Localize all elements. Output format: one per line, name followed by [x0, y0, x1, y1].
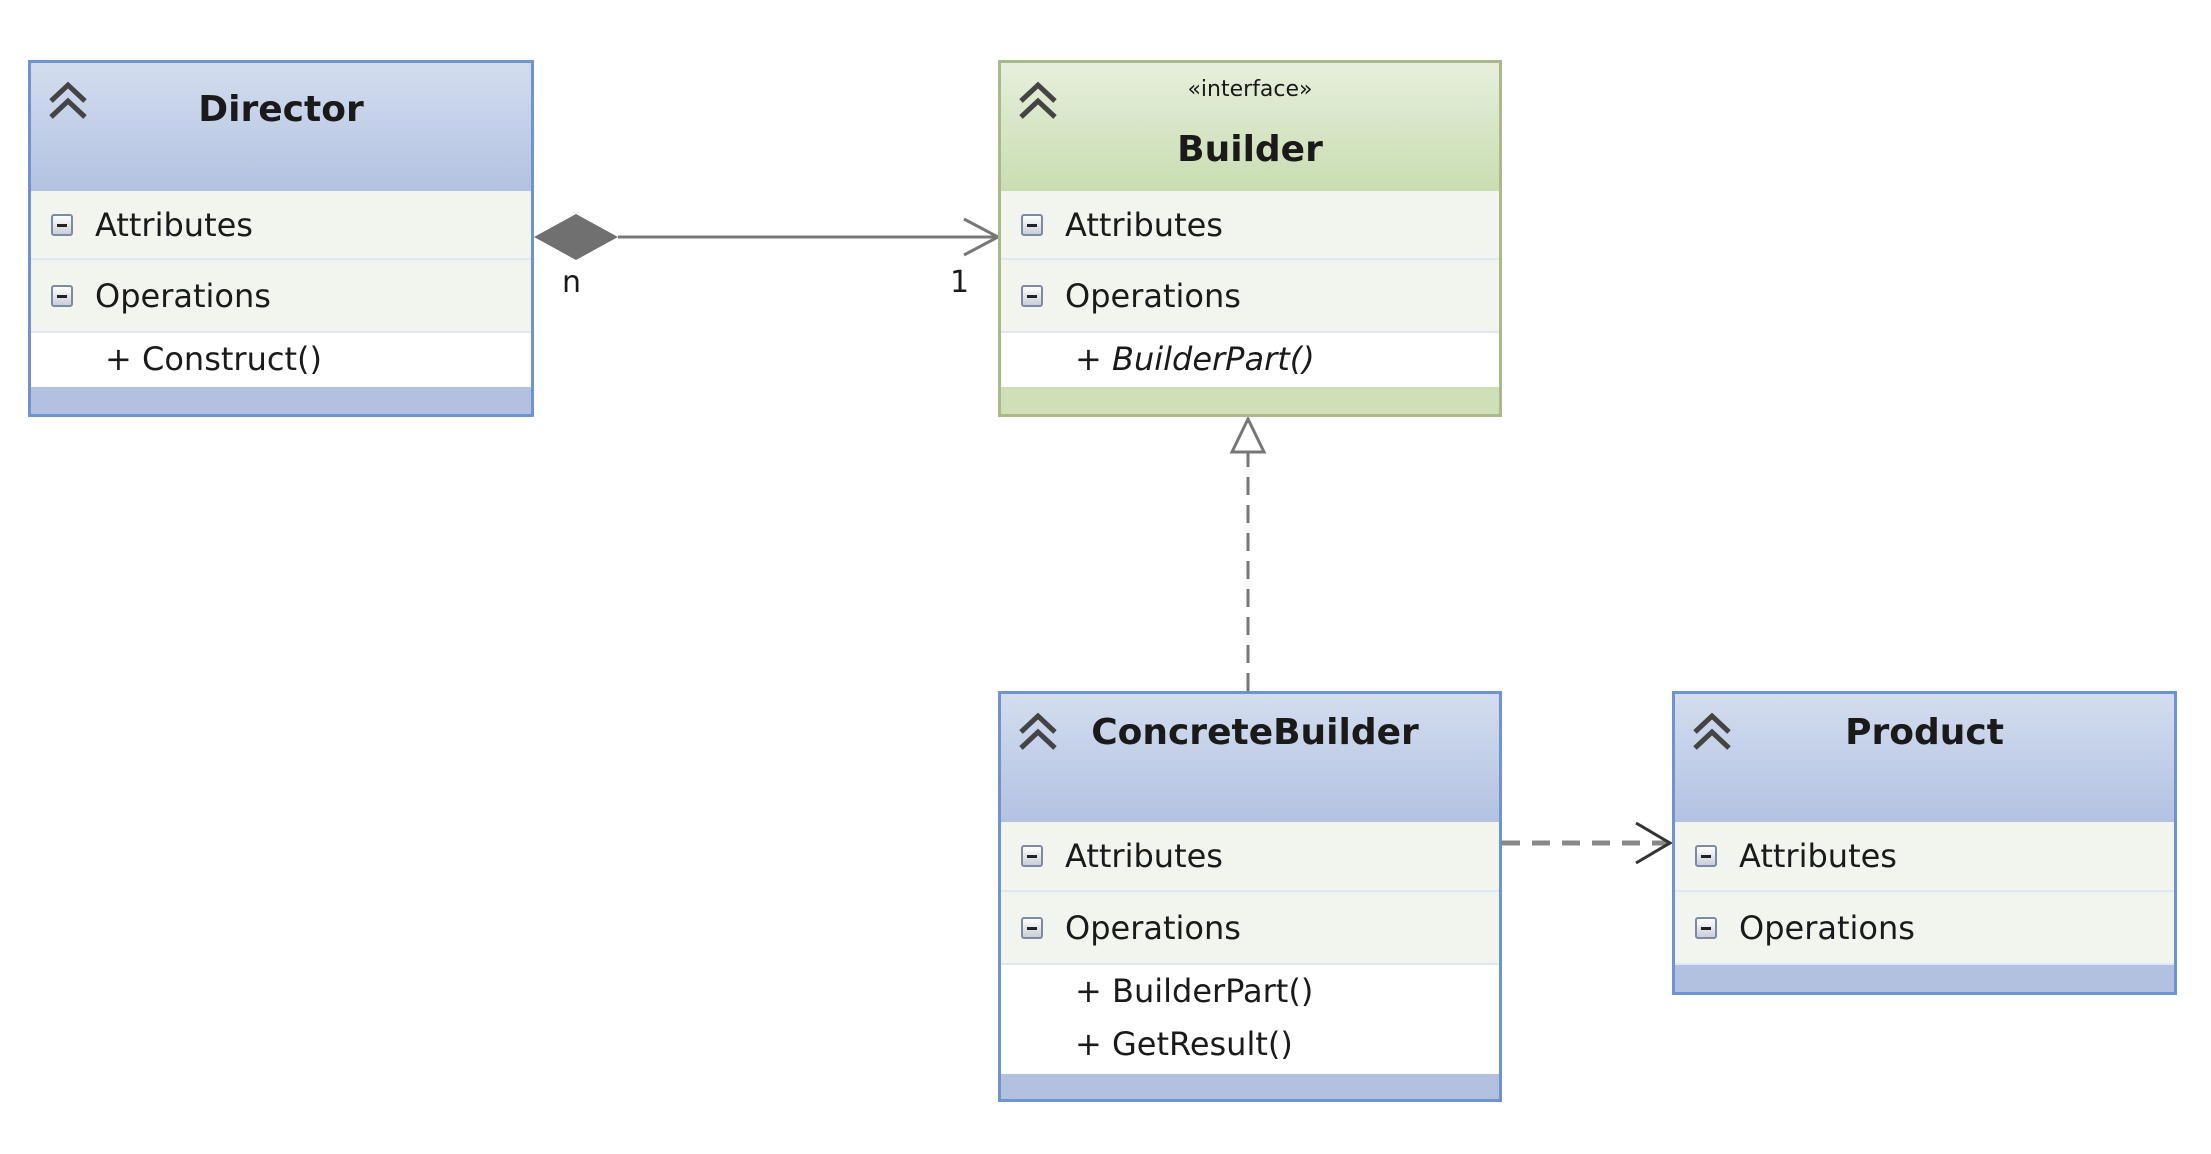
operation-construct[interactable]: + Construct(): [105, 333, 531, 386]
section-label: Operations: [1065, 276, 1241, 315]
operations-section[interactable]: Operations: [1675, 892, 2174, 965]
section-label: Attributes: [1065, 205, 1223, 244]
multiplicity-1: 1: [950, 265, 970, 300]
section-label: Operations: [1739, 908, 1915, 947]
minus-box-icon[interactable]: [1021, 284, 1043, 307]
class-product[interactable]: Product Attributes Operations: [1672, 691, 2177, 995]
composition-diamond: [534, 214, 618, 260]
section-label: Attributes: [1739, 837, 1897, 875]
minus-box-icon[interactable]: [1695, 916, 1717, 939]
stereotype: «interface»: [1187, 77, 1313, 102]
interface-builder[interactable]: «interface» Builder Attributes Operation…: [998, 60, 1502, 417]
operation-builderpart[interactable]: + BuilderPart(): [1075, 333, 1499, 386]
attributes-section[interactable]: Attributes: [1001, 191, 1499, 260]
minus-box-icon[interactable]: [1021, 845, 1043, 867]
minus-box-icon[interactable]: [1021, 213, 1043, 236]
minus-box-icon[interactable]: [51, 213, 73, 236]
minus-box-icon[interactable]: [1695, 845, 1717, 867]
minus-box-icon[interactable]: [51, 284, 73, 307]
class-name: Director: [198, 89, 364, 130]
class-name: ConcreteBuilder: [1091, 712, 1419, 753]
section-label: Operations: [95, 276, 271, 315]
section-label: Attributes: [1065, 837, 1223, 875]
operations-section[interactable]: Operations: [1001, 892, 1499, 965]
class-concretebuilder[interactable]: ConcreteBuilder Attributes Operations + …: [998, 691, 1502, 1102]
operations-section[interactable]: Operations: [1001, 260, 1499, 333]
section-label: Attributes: [95, 205, 253, 244]
realization-triangle: [1229, 415, 1267, 454]
attributes-section[interactable]: Attributes: [31, 191, 531, 260]
operation-builderpart[interactable]: + BuilderPart(): [1075, 965, 1499, 1018]
minus-box-icon[interactable]: [1021, 916, 1043, 939]
class-director[interactable]: Director Attributes Operations + Constru…: [28, 60, 534, 417]
operation-getresult[interactable]: + GetResult(): [1075, 1018, 1499, 1071]
class-name: Builder: [1177, 129, 1323, 170]
class-name: Product: [1845, 712, 2004, 753]
multiplicity-n: n: [562, 265, 582, 300]
operations-section[interactable]: Operations: [31, 260, 531, 333]
attributes-section[interactable]: Attributes: [1675, 822, 2174, 892]
attributes-section[interactable]: Attributes: [1001, 822, 1499, 892]
section-label: Operations: [1065, 908, 1241, 947]
